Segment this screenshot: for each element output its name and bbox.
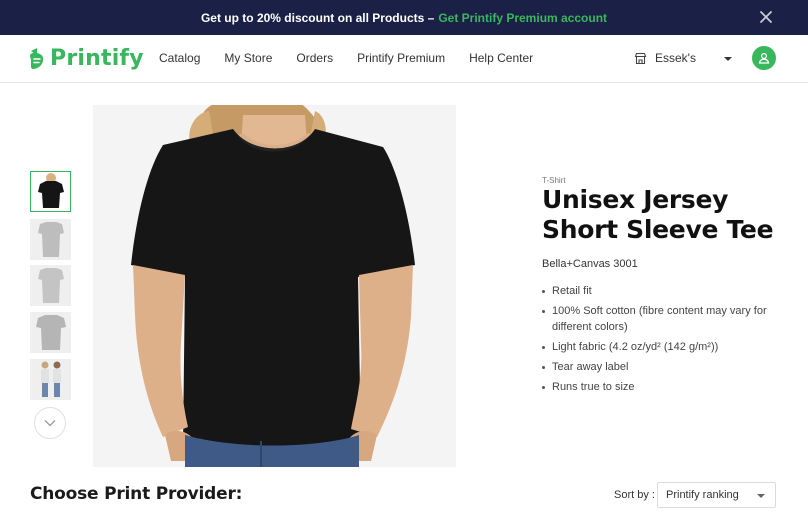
user-avatar[interactable]: [752, 46, 776, 70]
tshirt-thumbnail-image: [37, 222, 64, 257]
chevron-down-icon: [757, 494, 765, 498]
user-icon: [758, 52, 770, 64]
tshirt-model-image: [93, 105, 456, 467]
nav-orders[interactable]: Orders: [296, 51, 333, 65]
chevron-down-icon: [44, 420, 56, 427]
thumbnail-1[interactable]: [30, 171, 71, 212]
printify-logo-icon: [30, 47, 44, 69]
thumbnail-2[interactable]: [30, 219, 71, 260]
sort-selected-value: Printify ranking: [666, 489, 739, 501]
close-icon: [760, 11, 772, 23]
models-thumbnail-image: [40, 361, 61, 397]
feature-item: 100% Soft cotton (fibre content may vary…: [542, 303, 782, 335]
thumbnail-4[interactable]: [30, 312, 71, 353]
premium-link[interactable]: Get Printify Premium account: [438, 11, 607, 25]
feature-item: Retail fit: [542, 283, 782, 299]
close-banner-button[interactable]: [758, 9, 774, 25]
feature-item: Runs true to size: [542, 379, 782, 395]
product-category: T-Shirt: [542, 176, 566, 185]
feature-item: Tear away label: [542, 359, 782, 375]
main-nav: Catalog My Store Orders Printify Premium…: [159, 51, 557, 65]
nav-help-center[interactable]: Help Center: [469, 51, 533, 65]
logo-text: Printify: [50, 46, 144, 71]
nav-printify-premium[interactable]: Printify Premium: [357, 51, 445, 65]
chevron-down-icon[interactable]: [724, 57, 732, 61]
product-brand: Bella+Canvas 3001: [542, 258, 638, 270]
sort-select[interactable]: Printify ranking: [657, 482, 776, 508]
product-features: Retail fit 100% Soft cotton (fibre conte…: [542, 283, 782, 399]
feature-item: Light fabric (4.2 oz/yd² (142 g/m²)): [542, 339, 782, 355]
store-icon: [634, 52, 647, 64]
store-name: Essek's: [655, 51, 696, 65]
product-main-image: [93, 105, 456, 467]
thumbnail-3[interactable]: [30, 265, 71, 306]
promo-banner: Get up to 20% discount on all Products –…: [0, 0, 808, 35]
thumbnail-5[interactable]: [30, 359, 71, 400]
print-provider-heading: Choose Print Provider:: [30, 484, 243, 504]
nav-my-store[interactable]: My Store: [224, 51, 272, 65]
promo-text: Get up to 20% discount on all Products –: [200, 10, 435, 25]
sort-label: Sort by :: [614, 489, 655, 501]
nav-catalog[interactable]: Catalog: [159, 51, 200, 65]
top-nav: Printify Catalog My Store Orders Printif…: [0, 35, 808, 83]
product-title: Unisex Jersey Short Sleeve Tee: [542, 185, 774, 244]
tshirt-thumbnail-image: [37, 268, 64, 303]
printify-logo[interactable]: Printify: [28, 46, 144, 71]
tshirt-thumbnail-image: [35, 315, 66, 350]
thumbnails-scroll-down-button[interactable]: [34, 407, 66, 439]
store-selector[interactable]: Essek's: [634, 51, 696, 65]
tshirt-thumbnail-image: [37, 173, 64, 208]
